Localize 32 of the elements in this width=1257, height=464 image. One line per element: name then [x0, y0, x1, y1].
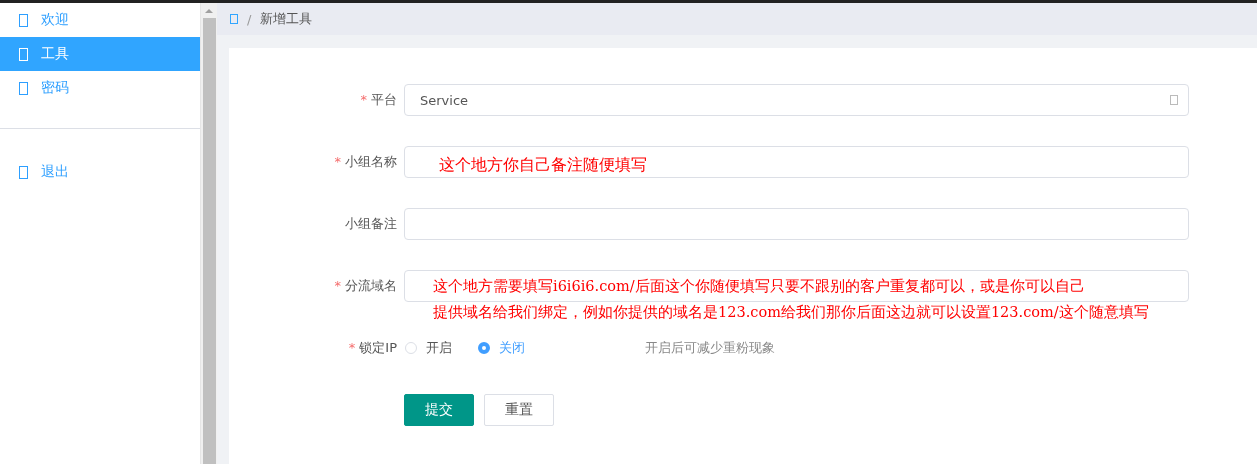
annotation-text: 这个地方需要填写i6i6i6.com/后面这个你随便填写只要不跟别的客户重复都可以，或是你可以自己	[433, 278, 1085, 295]
square-icon	[19, 13, 28, 27]
select-field[interactable]: Service	[404, 84, 1189, 116]
radio-icon[interactable]	[478, 342, 490, 354]
square-icon	[19, 165, 28, 179]
field-label: * 锁定IP	[347, 339, 398, 357]
dropdown-icon	[1170, 95, 1178, 105]
square-icon	[19, 47, 28, 61]
input-field[interactable]	[404, 146, 1189, 178]
menu-item[interactable]: 欢迎	[0, 3, 200, 37]
field-label: * 分流域名	[333, 277, 398, 295]
scroll-up-icon[interactable]	[205, 9, 213, 13]
submit-button[interactable]: 提交	[404, 394, 474, 426]
input-field[interactable]	[404, 270, 1189, 302]
radio-option[interactable]: 开启	[405, 339, 452, 357]
field-label: * 平台	[359, 91, 398, 109]
annotation-text: 这个地方你自己备注随便填写	[439, 155, 647, 176]
radio-option[interactable]: 关闭	[478, 339, 525, 357]
home-icon[interactable]	[230, 14, 238, 24]
breadcrumb-separator: /	[247, 11, 252, 27]
reset-button[interactable]: 重置	[484, 394, 554, 426]
menu-item[interactable]: 工具	[0, 37, 200, 71]
hint-text: 开启后可减少重粉现象	[645, 339, 775, 357]
field-label: * 小组名称	[333, 153, 398, 171]
input-field[interactable]	[404, 208, 1189, 240]
annotation-text: 提供域名给我们绑定，例如你提供的域名是123.com给我们那你后面这边就可以设置123.com/这个随意填写	[433, 304, 1149, 321]
breadcrumb-current: 新增工具	[260, 10, 313, 28]
scrollbar[interactable]	[201, 3, 217, 464]
square-icon	[19, 81, 28, 95]
logout-link[interactable]: 退出	[0, 155, 200, 189]
field-label: 小组备注	[344, 215, 398, 233]
menu-item[interactable]: 密码	[0, 71, 200, 105]
